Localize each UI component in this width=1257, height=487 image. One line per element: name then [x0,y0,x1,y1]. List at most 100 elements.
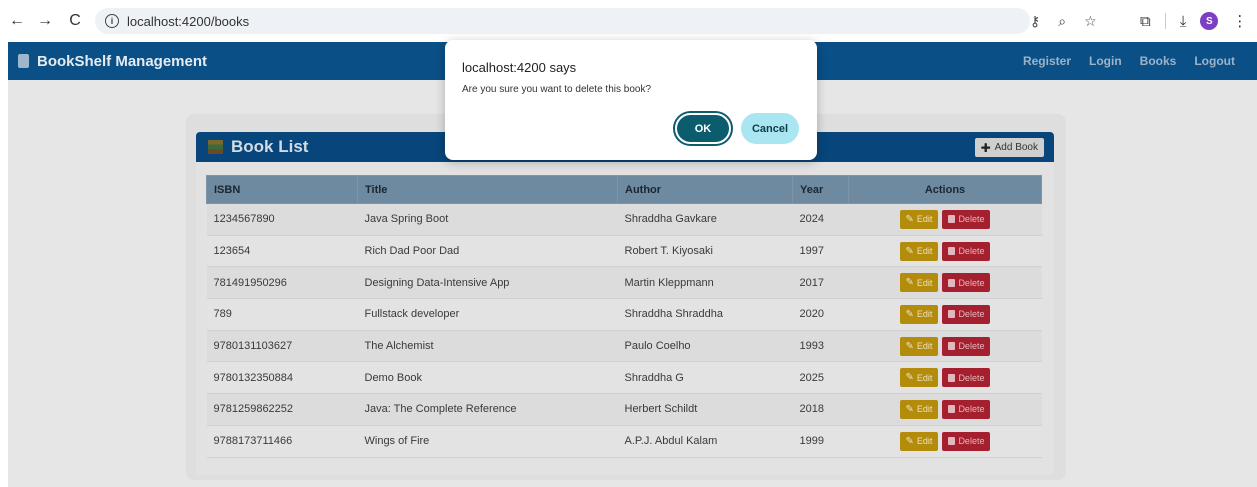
card-title: Book List [208,137,308,157]
cell-isbn: 781491950296 [206,266,358,300]
edit-label: Edit [916,246,933,257]
delete-button[interactable]: Delete [942,209,991,229]
edit-button[interactable]: ✎ Edit [899,368,939,388]
reload-button[interactable]: C [64,10,86,32]
table-row: 789 Fullstack developer Shraddha Shraddha 2… [206,298,1042,331]
menu-kebab-icon[interactable]: ⋮ [1232,12,1247,30]
profile-avatar[interactable]: S [1200,12,1219,30]
extensions-icon[interactable]: ⧉ [1140,13,1151,30]
forward-button[interactable]: → [34,10,56,32]
edit-label: Edit [916,309,933,320]
cell-actions: ✎ Edit Delete [848,393,1042,426]
cell-title: Wings of Fire [357,425,618,458]
delete-label: Delete [958,436,985,447]
cell-isbn: 789 [206,298,358,331]
delete-label: Delete [958,341,985,352]
cancel-button[interactable]: Cancel [741,113,799,144]
toolbar-divider [1164,13,1166,29]
trash-icon [948,373,956,382]
edit-button[interactable]: ✎ Edit [899,304,939,324]
delete-label: Delete [958,214,985,225]
delete-label: Delete [958,309,985,320]
trash-icon [948,215,956,224]
cell-year: 1993 [792,330,849,363]
edit-button[interactable]: ✎ Edit [899,273,939,293]
table-header-row: ISBN Title Author Year Actions [206,175,1042,204]
delete-button[interactable]: Delete [942,368,991,388]
download-icon[interactable]: ⤓ [1180,13,1187,30]
cell-title: Rich Dad Poor Dad [357,235,618,268]
add-book-label: Add Book [994,142,1038,153]
cell-title: Fullstack developer [357,298,618,331]
nav-register[interactable]: Register [1023,54,1071,68]
table-row: 781491950296 Designing Data-Intensive App… [206,266,1042,300]
cell-author: Herbert Schildt [617,393,793,426]
edit-button[interactable]: ✎ Edit [899,241,939,261]
books-table: ISBN Title Author Year Actions 123456789… [206,175,1042,458]
browser-toolbar: ← → C i localhost:4200/books ⚷ ⌕ ☆ ⧉ ⤓ S… [0,0,1257,42]
password-key-icon[interactable]: ⚷ [1030,13,1040,30]
table-row: 9781259862252 Java: The Complete Referenc… [206,393,1042,426]
cell-author: Shraddha G [617,361,793,395]
table-row: 1234567890 Java Spring Boot Shraddha Gavka… [206,203,1042,236]
edit-label: Edit [916,436,933,447]
th-author: Author [617,175,793,204]
cell-author: Robert T. Kiyosaki [617,235,793,268]
cell-author: A.P.J. Abdul Kalam [617,425,793,458]
cell-author: Shraddha Gavkare [617,203,793,236]
trash-icon [948,342,956,351]
edit-label: Edit [916,341,933,352]
edit-button[interactable]: ✎ Edit [899,431,939,451]
edit-label: Edit [916,372,933,383]
info-icon[interactable]: i [105,14,119,28]
pencil-icon: ✎ [905,308,914,320]
delete-button[interactable]: Delete [942,399,991,419]
trash-icon [948,437,956,446]
bookmark-star-icon[interactable]: ☆ [1084,13,1097,30]
edit-button[interactable]: ✎ Edit [899,209,939,229]
plus-icon: ✚ [980,140,991,155]
nav-login[interactable]: Login [1089,54,1122,68]
cell-year: 1999 [792,425,849,458]
nav-logout[interactable]: Logout [1194,54,1235,68]
th-isbn: ISBN [206,175,358,204]
dialog-title: localhost:4200 says [462,60,577,75]
trash-icon [948,405,956,414]
cell-actions: ✎ Edit Delete [848,425,1042,458]
card-title-text: Book List [231,137,309,156]
cell-isbn: 9780131103627 [206,330,358,363]
delete-label: Delete [958,372,985,383]
zoom-icon[interactable]: ⌕ [1058,13,1066,30]
delete-button[interactable]: Delete [942,273,991,293]
add-book-button[interactable]: ✚ Add Book [974,138,1044,157]
edit-button[interactable]: ✎ Edit [899,336,939,356]
delete-button[interactable]: Delete [942,241,991,261]
cell-year: 2020 [792,298,849,331]
delete-button[interactable]: Delete [942,304,991,324]
delete-label: Delete [958,246,985,257]
back-button[interactable]: ← [6,10,28,32]
delete-button[interactable]: Delete [942,431,991,451]
nav-books[interactable]: Books [1140,54,1177,68]
cell-title: Java Spring Boot [357,203,618,236]
pencil-icon: ✎ [905,372,914,384]
address-bar[interactable]: i localhost:4200/books [95,8,1030,34]
ok-button[interactable]: OK [675,113,731,144]
cell-isbn: 9781259862252 [206,393,358,426]
table-row: 9788173711466 Wings of Fire A.P.J. Abdul K… [206,425,1042,458]
edit-label: Edit [916,214,933,225]
cell-year: 2025 [792,361,849,395]
cell-actions: ✎ Edit Delete [848,266,1042,300]
pencil-icon: ✎ [905,277,914,289]
edit-button[interactable]: ✎ Edit [899,399,939,419]
delete-label: Delete [958,277,985,288]
cell-isbn: 123654 [206,235,358,268]
table-row: 123654 Rich Dad Poor Dad Robert T. Kiyosak… [206,235,1042,268]
cell-actions: ✎ Edit Delete [848,361,1042,395]
delete-button[interactable]: Delete [942,336,991,356]
cell-isbn: 9780132350884 [206,361,358,395]
trash-icon [948,247,956,256]
books-icon [208,140,223,154]
brand[interactable]: BookShelf Management [18,53,207,70]
cell-actions: ✎ Edit Delete [848,298,1042,331]
